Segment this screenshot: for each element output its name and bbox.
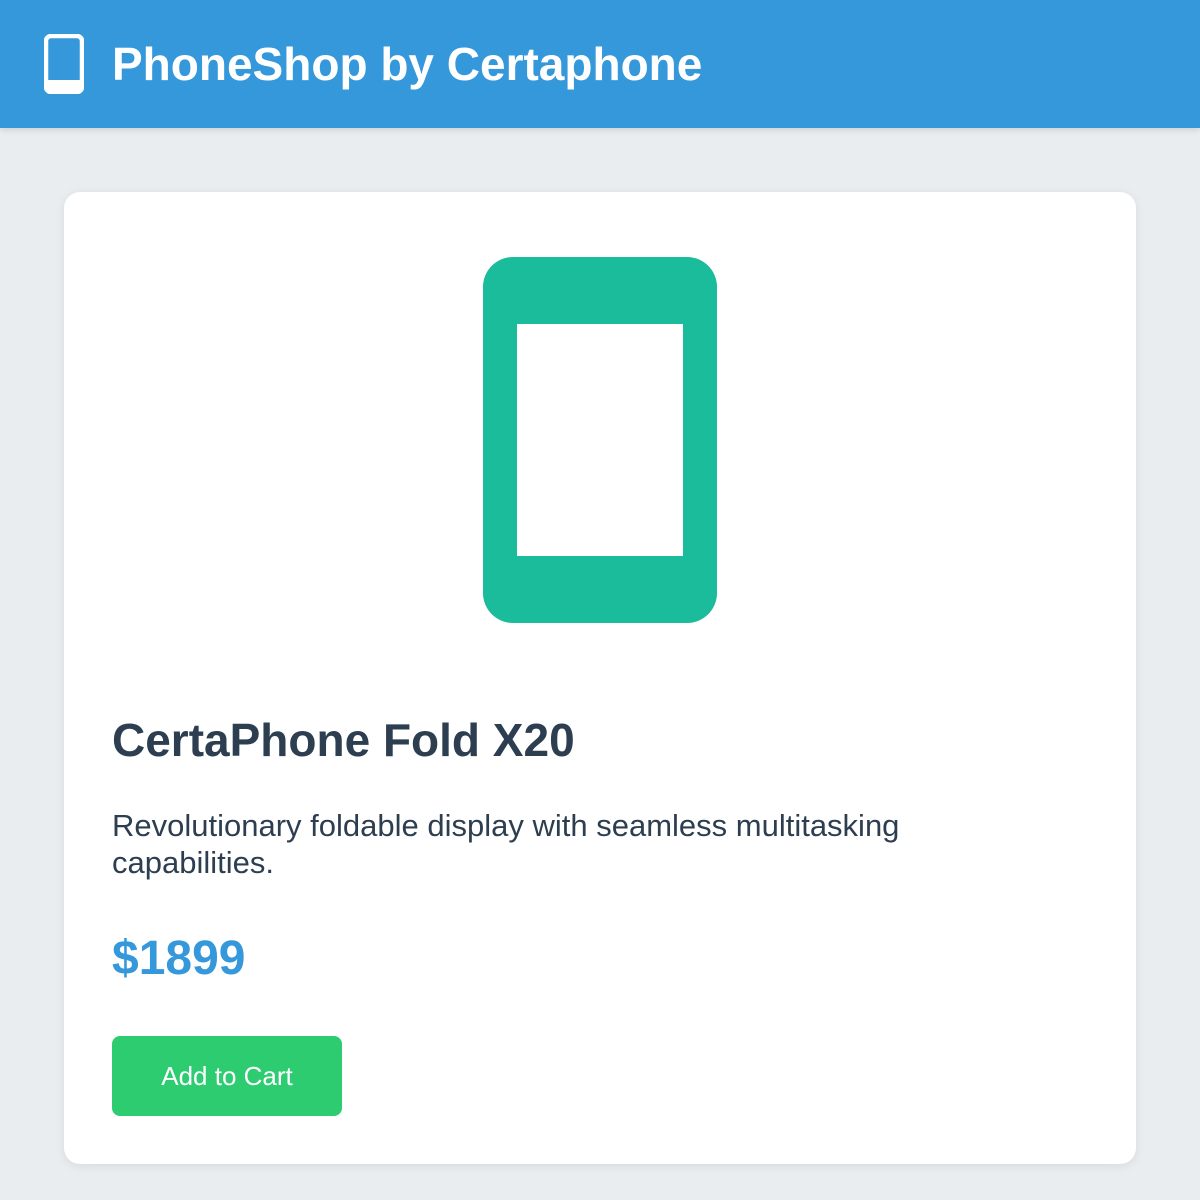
app-header: PhoneShop by Certaphone [0,0,1200,128]
add-to-cart-button[interactable]: Add to Cart [112,1036,342,1116]
phone-icon [44,34,84,94]
product-description: Revolutionary foldable display with seam… [112,808,900,880]
product-card: CertaPhone Fold X20 Revolutionary foldab… [64,192,1136,1164]
product-name: CertaPhone Fold X20 [112,714,575,766]
product-price: $1899 [112,932,246,985]
phone-illustration [483,257,717,623]
app-title: PhoneShop by Certaphone [112,38,703,90]
